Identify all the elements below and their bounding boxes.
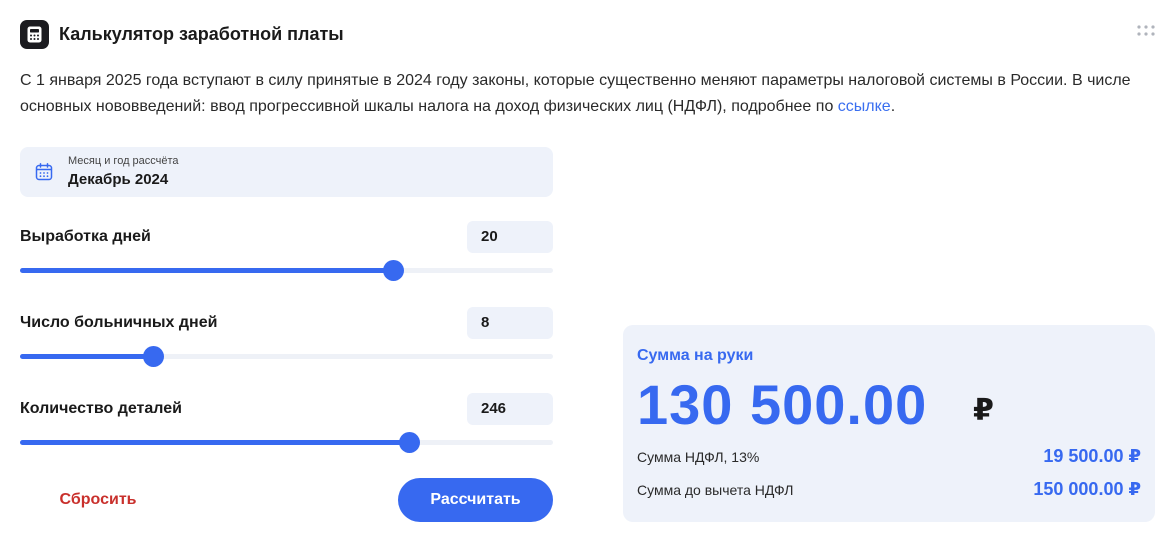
- date-value: Декабрь 2024: [68, 171, 169, 188]
- slider-track[interactable]: [20, 260, 553, 281]
- slider-thumb[interactable]: [399, 432, 421, 453]
- gross-value: 150 000.00 ₽: [1033, 479, 1141, 499]
- slider-fill: [20, 440, 410, 445]
- calculate-button[interactable]: Рассчитать: [398, 478, 553, 522]
- slider-thumb[interactable]: [383, 260, 405, 281]
- net-salary-amount: 130 500.00: [637, 373, 928, 436]
- app-header: Калькулятор заработной платы: [20, 20, 344, 49]
- net-salary-label: Сумма на руки: [637, 347, 754, 364]
- slider-label: Количество деталей: [20, 400, 182, 417]
- slider-thumb[interactable]: [143, 346, 165, 367]
- sick-days-input[interactable]: 8: [467, 307, 553, 339]
- currency-sign: ₽: [973, 394, 994, 427]
- tax-label: Сумма НДФЛ, 13%: [637, 449, 760, 465]
- intro-body: С 1 января 2025 года вступают в силу при…: [20, 72, 1131, 115]
- date-picker[interactable]: Месяц и год рассчёта Декабрь 2024: [20, 147, 553, 197]
- result-card: Сумма на руки 130 500.00 ₽ Сумма НДФЛ, 1…: [623, 325, 1155, 522]
- calculator-icon: [20, 20, 49, 49]
- reset-button[interactable]: Сбросить: [20, 478, 176, 522]
- slider-track[interactable]: [20, 346, 553, 367]
- more-options-icon[interactable]: [1136, 24, 1156, 38]
- calendar-icon: [34, 162, 54, 182]
- parts-count-input[interactable]: 246: [467, 393, 553, 425]
- intro-text: С 1 января 2025 года вступают в силу при…: [20, 68, 1160, 120]
- date-label: Месяц и год рассчёта: [68, 155, 179, 167]
- slider-label: Выработка дней: [20, 228, 151, 245]
- worked-days-input[interactable]: 20: [467, 221, 553, 253]
- details-link[interactable]: ссылке: [838, 98, 891, 115]
- tax-value: 19 500.00 ₽: [1043, 446, 1141, 466]
- slider-fill: [20, 354, 154, 359]
- slider-fill: [20, 268, 394, 273]
- intro-end: .: [890, 98, 896, 115]
- gross-label: Сумма до вычета НДФЛ: [637, 482, 794, 498]
- slider-track[interactable]: [20, 432, 553, 453]
- page-title: Калькулятор заработной платы: [59, 24, 344, 44]
- date-text: Месяц и год рассчёта Декабрь 2024: [68, 154, 179, 190]
- slider-label: Число больничных дней: [20, 314, 218, 331]
